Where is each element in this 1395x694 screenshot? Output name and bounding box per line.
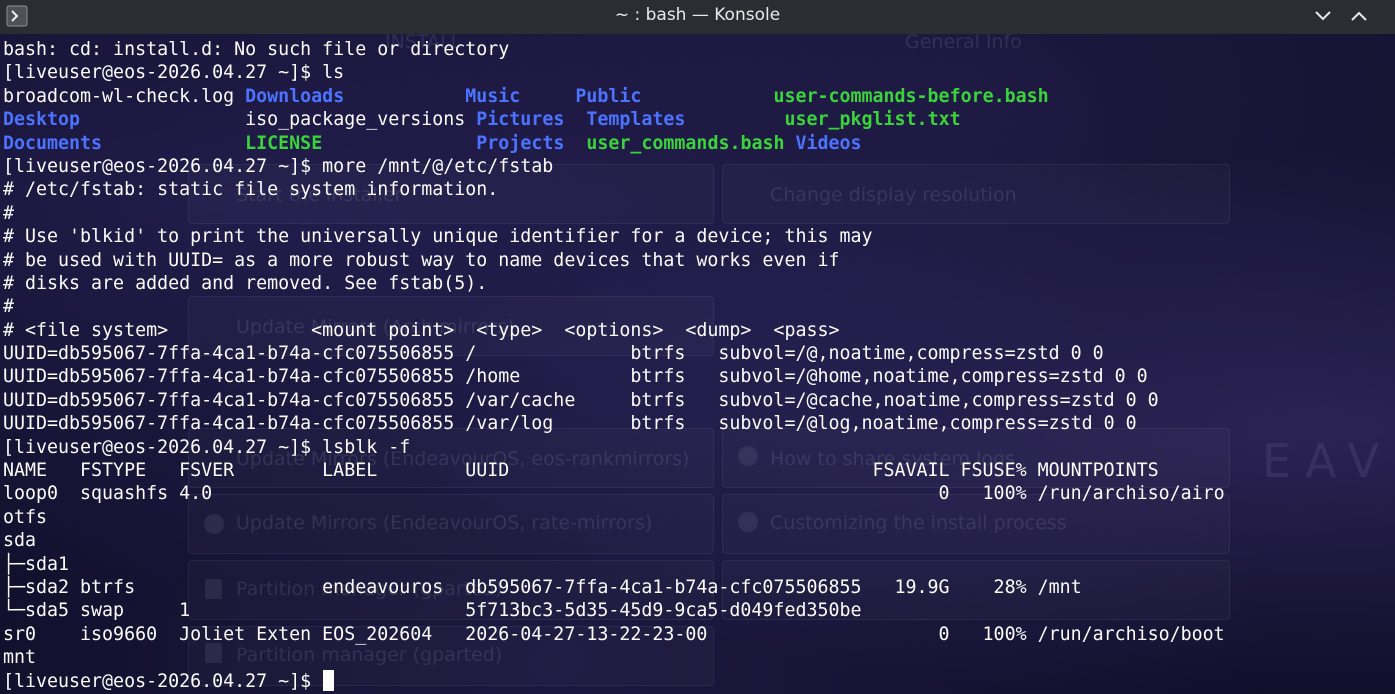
terminal-text: # /etc/fstab: static file system informa…	[3, 179, 499, 201]
window-title: ~ : bash — Konsole	[614, 5, 781, 25]
terminal-line: └─sda5 swap 1 5f713bc3-5d35-45d9-9ca5-d0…	[3, 599, 1395, 622]
terminal-text: ├─sda1	[3, 553, 70, 575]
terminal-line: UUID=db595067-7ffa-4ca1-b74a-cfc07550685…	[3, 389, 1395, 412]
terminal-text: [liveuser@eos-2026.04.27 ~]$ more /mnt/@…	[3, 155, 554, 177]
window-titlebar[interactable]: ~ : bash — Konsole	[0, 0, 1395, 34]
executable-entry: user_pkglist.txt	[784, 109, 961, 131]
terminal-text: #	[3, 296, 15, 318]
terminal-text: UUID=db595067-7ffa-4ca1-b74a-cfc07550685…	[3, 343, 1104, 365]
terminal-line: Documents LICENSE Projects user_commands…	[3, 132, 1395, 155]
terminal-line: ├─sda2 btrfs endeavouros db595067-7ffa-4…	[3, 576, 1395, 599]
terminal-text: # be used with UUID= as a more robust wa…	[3, 249, 840, 271]
directory-entry: Music	[465, 85, 521, 107]
terminal-text: [liveuser@eos-2026.04.27 ~]$ ls	[3, 62, 345, 84]
terminal-line: # disks are added and removed. See fstab…	[3, 272, 1395, 295]
terminal-line: # Use 'blkid' to print the universally u…	[3, 225, 1395, 248]
terminal-line: NAME FSTYPE FSVER LABEL UUID FSAVAIL FSU…	[3, 459, 1395, 482]
terminal-text: # Use 'blkid' to print the universally u…	[3, 226, 873, 248]
terminal-line: # /etc/fstab: static file system informa…	[3, 178, 1395, 201]
terminal-line: [liveuser@eos-2026.04.27 ~]$ more /mnt/@…	[3, 155, 1395, 178]
terminal-line: broadcom-wl-check.log Downloads Music Pu…	[3, 85, 1395, 108]
directory-entry: Pictures	[476, 109, 565, 131]
minimize-button[interactable]	[1311, 5, 1335, 27]
terminal-text: iso_package_versions	[80, 109, 477, 131]
executable-entry: user_commands.bash	[586, 132, 785, 154]
directory-entry: Templates	[586, 109, 686, 131]
terminal-line: # <file system> <mount point> <type> <op…	[3, 319, 1395, 342]
directory-entry: Projects	[476, 132, 565, 154]
terminal-line: #	[3, 202, 1395, 225]
chevron-down-icon	[1315, 11, 1331, 21]
directory-entry: Documents	[3, 132, 103, 154]
maximize-button[interactable]	[1347, 5, 1371, 27]
terminal-text: sda	[3, 530, 37, 552]
terminal-line: UUID=db595067-7ffa-4ca1-b74a-cfc07550685…	[3, 412, 1395, 435]
terminal-text: [liveuser@eos-2026.04.27 ~]$	[3, 670, 323, 692]
terminal-text: [liveuser@eos-2026.04.27 ~]$ lsblk -f	[3, 436, 411, 458]
terminal-line: sda	[3, 529, 1395, 552]
terminal-line: [liveuser@eos-2026.04.27 ~]$ lsblk -f	[3, 436, 1395, 459]
terminal-text: broadcom-wl-check.log	[3, 85, 246, 107]
executable-entry: user-commands-before.bash	[773, 85, 1049, 107]
terminal-text: mnt	[3, 647, 37, 669]
terminal-line: [liveuser@eos-2026.04.27 ~]$	[3, 669, 1395, 693]
terminal-line: Desktop iso_package_versions Pictures Te…	[3, 108, 1395, 131]
terminal-text: UUID=db595067-7ffa-4ca1-b74a-cfc07550685…	[3, 389, 1159, 411]
terminal-output: bash: cd: install.d: No such file or dir…	[0, 34, 1395, 693]
directory-entry: Public	[575, 85, 642, 107]
terminal-line: otfs	[3, 506, 1395, 529]
terminal-view[interactable]: INSTALL General Info Start the Installer…	[0, 34, 1395, 694]
terminal-text: UUID=db595067-7ffa-4ca1-b74a-cfc07550685…	[3, 413, 1137, 435]
terminal-text: └─sda5 swap 1 5f713bc3-5d35-45d9-9ca5-d0…	[3, 600, 862, 622]
directory-entry: Downloads	[245, 85, 345, 107]
terminal-line: #	[3, 295, 1395, 318]
terminal-line: [liveuser@eos-2026.04.27 ~]$ ls	[3, 61, 1395, 84]
terminal-text: NAME FSTYPE FSVER LABEL UUID FSAVAIL FSU…	[3, 460, 1159, 482]
chevron-up-icon	[1351, 11, 1367, 21]
terminal-line: sr0 iso9660 Joliet Exten EOS_202604 2026…	[3, 623, 1395, 646]
terminal-text: sr0 iso9660 Joliet Exten EOS_202604 2026…	[3, 623, 1225, 645]
terminal-text: # disks are added and removed. See fstab…	[3, 272, 488, 294]
terminal-text: otfs	[3, 506, 48, 528]
executable-entry: LICENSE	[245, 132, 323, 154]
terminal-text: # <file system> <mount point> <type> <op…	[3, 319, 840, 341]
directory-entry: Desktop	[3, 109, 81, 131]
text-cursor	[323, 669, 335, 691]
terminal-line: # be used with UUID= as a more robust wa…	[3, 249, 1395, 272]
terminal-line: loop0 squashfs 4.0 0 100% /run/archiso/a…	[3, 482, 1395, 505]
terminal-line: bash: cd: install.d: No such file or dir…	[3, 38, 1395, 61]
directory-entry: Videos	[795, 132, 862, 154]
terminal-text: #	[3, 202, 15, 224]
terminal-text: ├─sda2 btrfs endeavouros db595067-7ffa-4…	[3, 576, 1082, 598]
terminal-line: ├─sda1	[3, 553, 1395, 576]
terminal-line: mnt	[3, 646, 1395, 669]
terminal-text: UUID=db595067-7ffa-4ca1-b74a-cfc07550685…	[3, 366, 1148, 388]
terminal-text: loop0 squashfs 4.0 0 100% /run/archiso/a…	[3, 483, 1225, 505]
terminal-line: UUID=db595067-7ffa-4ca1-b74a-cfc07550685…	[3, 365, 1395, 388]
terminal-line: UUID=db595067-7ffa-4ca1-b74a-cfc07550685…	[3, 342, 1395, 365]
terminal-text: bash: cd: install.d: No such file or dir…	[3, 39, 510, 60]
